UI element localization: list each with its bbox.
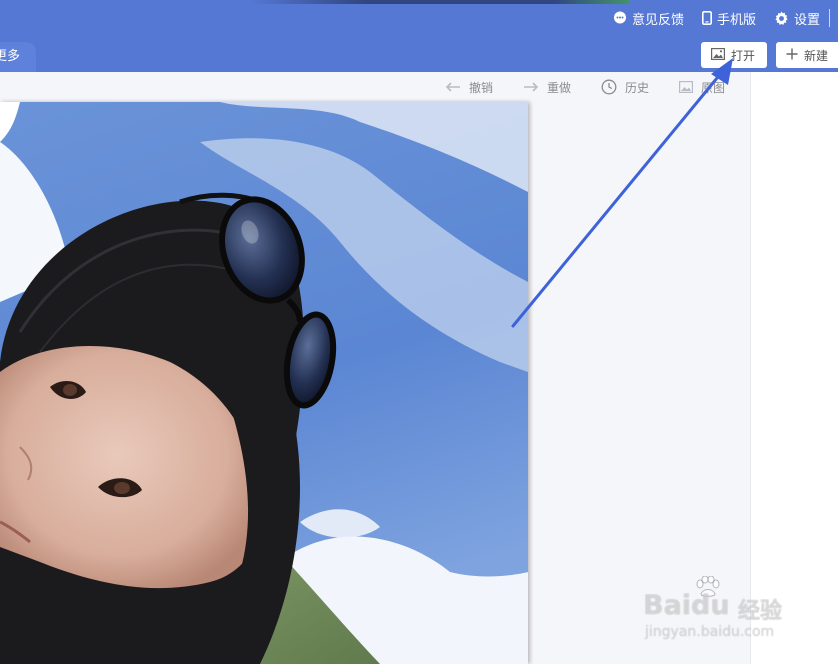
- redo-label: 重做: [547, 80, 572, 95]
- redo-button[interactable]: 重做: [523, 79, 571, 96]
- new-label: 新建: [804, 48, 829, 63]
- browser-shadow-strip: [250, 0, 630, 4]
- original-image-button[interactable]: 原图: [679, 79, 725, 96]
- history-button[interactable]: 历史: [601, 79, 649, 96]
- top-bar: 意见反馈 手机版 设置 更多 打开 新建: [0, 0, 838, 72]
- feedback-label: 意见反馈: [631, 12, 684, 28]
- settings-label: 设置: [793, 12, 820, 28]
- gear-icon: [774, 10, 789, 26]
- open-button[interactable]: 打开: [701, 42, 767, 68]
- photo-canvas[interactable]: [0, 102, 528, 664]
- feedback-link[interactable]: 意见反馈: [613, 9, 684, 28]
- new-button[interactable]: 新建: [776, 42, 838, 68]
- mobile-link[interactable]: 手机版: [701, 9, 756, 28]
- settings-link[interactable]: 设置: [774, 9, 820, 28]
- image-icon: [679, 81, 694, 93]
- mobile-label: 手机版: [716, 12, 756, 28]
- edit-toolbar: 撤销 重做 历史 原图: [445, 78, 725, 96]
- image-icon: [711, 47, 726, 63]
- portrait-photo: [0, 102, 528, 664]
- mobile-icon: [701, 11, 712, 25]
- watermark-brand: Baidu: [643, 590, 730, 621]
- redo-arrow-icon: [523, 82, 539, 92]
- original-image-label: 原图: [701, 80, 726, 95]
- watermark-brand-cn: 经验: [738, 599, 783, 624]
- top-actions: 意见反馈 手机版 设置: [613, 8, 820, 28]
- open-label: 打开: [731, 48, 756, 63]
- clock-icon: [601, 79, 617, 95]
- undo-label: 撤销: [469, 80, 494, 95]
- tab-more[interactable]: 更多: [0, 42, 36, 72]
- history-label: 历史: [625, 80, 650, 95]
- tab-label: 更多: [0, 49, 21, 64]
- feedback-icon: [613, 11, 627, 25]
- baidu-watermark: Baidu 经验 jingyan.baidu.com: [643, 575, 803, 646]
- plus-icon: [786, 48, 798, 63]
- undo-button[interactable]: 撤销: [445, 79, 493, 96]
- undo-arrow-icon: [445, 82, 461, 92]
- top-divider: [829, 9, 830, 27]
- watermark-url: jingyan.baidu.com: [645, 624, 775, 640]
